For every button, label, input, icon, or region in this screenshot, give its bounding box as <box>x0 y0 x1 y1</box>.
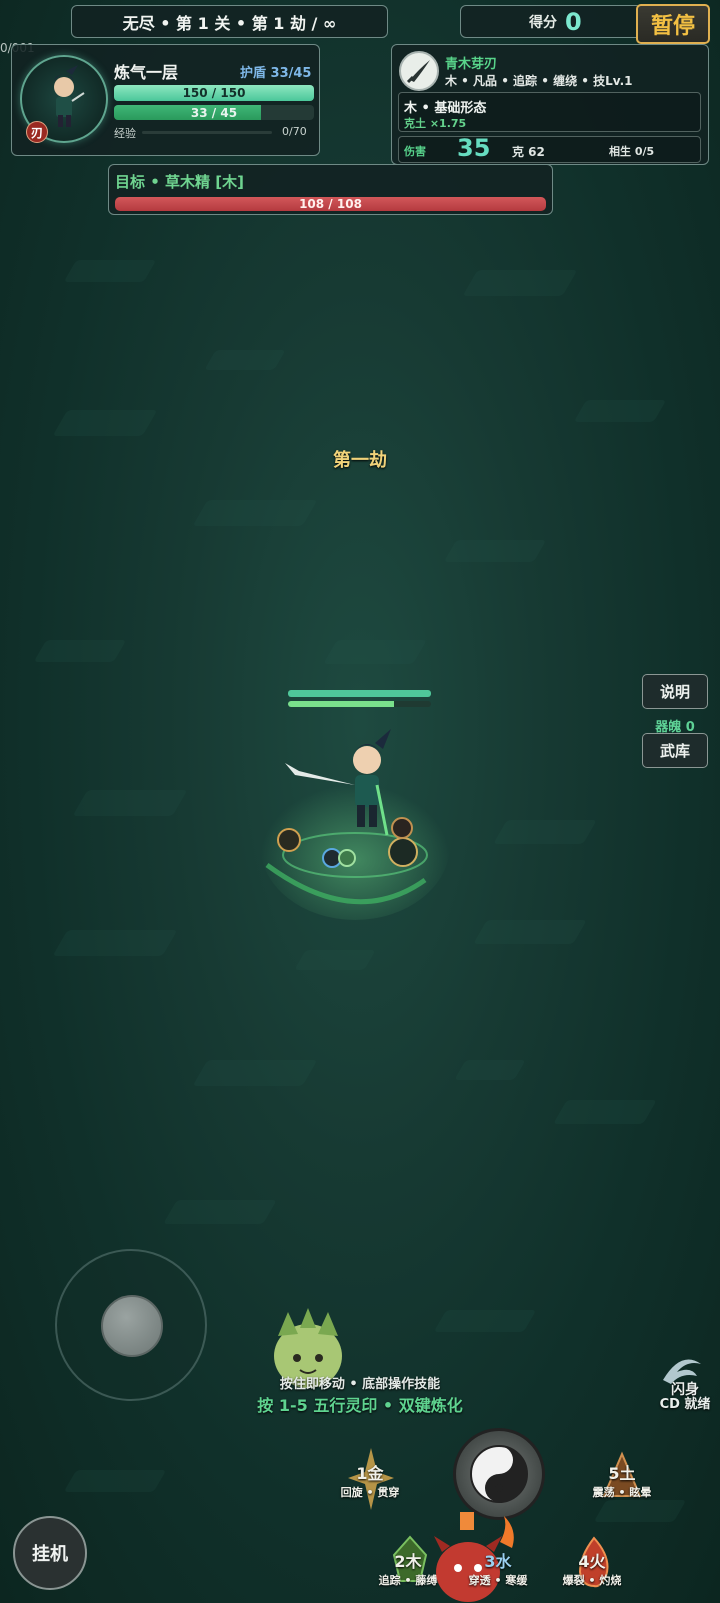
hint-keys-text: 按 1-5 五行灵印 • 双键炼化 <box>257 1396 463 1415</box>
skill-earth-num: 5土 <box>608 1464 636 1483</box>
skill-metal[interactable]: 1金 回旋 • 贯穿 <box>330 1460 410 1500</box>
ground-tile <box>462 270 578 296</box>
score-label: 得分 <box>529 14 557 31</box>
shield-text: 护盾 33/45 <box>240 66 312 81</box>
joystick-knob[interactable] <box>101 1295 163 1357</box>
skill-water[interactable]: 3水 穿透 • 寒缓 <box>458 1548 538 1588</box>
ground-tile <box>573 400 667 422</box>
taiji-icon <box>470 1445 528 1503</box>
stage-indicator: 无尽 • 第 1 关 • 第 1 劫 / ∞ <box>71 5 388 38</box>
auto-play-label: 挂机 <box>32 1544 68 1565</box>
sword-icon <box>399 51 439 91</box>
ground-tile <box>72 790 188 816</box>
stage-text: 无尽 • 第 1 关 • 第 1 劫 / ∞ <box>122 13 337 33</box>
dodge-status: CD 就绪 <box>659 1396 711 1412</box>
ground-tile <box>63 260 157 282</box>
refine-button[interactable] <box>453 1428 545 1520</box>
ground-tile <box>192 1060 318 1086</box>
explain-label: 说明 <box>659 683 690 701</box>
weapon-counter-text: 克土 ×1.75 <box>404 117 467 130</box>
skill-fire-label: 爆裂 • 灼烧 <box>562 1574 622 1587</box>
skill-metal-label: 回旋 • 贯穿 <box>340 1486 400 1499</box>
ground-tile <box>493 820 597 844</box>
hero-character <box>260 729 450 920</box>
ground-tile <box>473 920 587 944</box>
player-status-panel: 刃 炼气一层 护盾 33/45 150 / 150 33 / 45 经验 0/7… <box>11 44 320 156</box>
target-hp-bar: 108 / 108 <box>115 197 546 211</box>
skill-water-label: 穿透 • 寒缓 <box>468 1574 528 1587</box>
player-mp-bar: 33 / 45 <box>114 105 314 120</box>
ground-tile <box>163 1200 277 1224</box>
hero-hp-bar <box>288 690 431 697</box>
player-mp-text: 33 / 45 <box>190 105 238 120</box>
damage-label: 伤害 <box>404 145 426 158</box>
ground-tile <box>63 1470 167 1492</box>
target-label: 目标 • 草木精 [木] <box>115 173 244 191</box>
weapon-form-name: 木 • 基础形态 <box>404 101 487 116</box>
hint-move-text: 按住即移动 • 底部操作技能 <box>279 1377 441 1392</box>
exp-label: 经验 <box>114 127 136 140</box>
player-hp-bar: 150 / 150 <box>114 85 314 101</box>
player-realm: 炼气一层 <box>114 63 179 82</box>
generate-value: 相生 0/5 <box>609 145 655 158</box>
score-display: 得分 0 <box>460 5 642 38</box>
skill-fire[interactable]: 4火 爆裂 • 灼烧 <box>552 1548 632 1588</box>
ground-tile <box>433 1310 537 1332</box>
weapon-form-box: 木 • 基础形态 克土 ×1.75 <box>398 92 701 132</box>
weapon-tags: 木 • 凡品 • 追踪 • 缠绕 • 技Lv.1 <box>445 74 633 88</box>
ground-tile <box>192 500 318 526</box>
weapon-type-badge: 刃 <box>26 121 48 143</box>
ground-tile <box>204 350 286 370</box>
weapon-name: 青木芽刃 <box>445 57 498 72</box>
target-panel: 目标 • 草木精 [木] 108 / 108 <box>108 164 553 215</box>
exp-bar <box>142 131 272 134</box>
skill-earth-label: 震荡 • 眩晕 <box>592 1486 652 1499</box>
ground-tile <box>52 410 158 436</box>
score-value: 0 <box>565 7 582 36</box>
ground-tile <box>52 930 178 956</box>
hero-hp-fill <box>288 690 431 697</box>
ground-tile <box>593 1500 687 1522</box>
target-hp-text: 108 / 108 <box>299 197 362 211</box>
skill-water-num: 3水 <box>484 1552 512 1571</box>
exp-value: 0/70 <box>282 125 307 138</box>
skill-fire-num: 4火 <box>578 1552 606 1571</box>
ground-tile <box>323 640 427 664</box>
wave-banner: 第一劫 <box>333 450 387 471</box>
ground-tile <box>33 640 127 662</box>
weapon-stats-box: 伤害 35 克 62 相生 0/5 <box>398 134 701 163</box>
ground-tile <box>294 950 376 970</box>
hero-mp-bar <box>288 701 431 707</box>
auto-play-button[interactable]: 挂机 <box>13 1516 87 1590</box>
pause-label: 暂停 <box>650 14 695 39</box>
armory-button[interactable]: 武库 <box>642 733 708 768</box>
explain-button[interactable]: 说明 <box>642 674 708 709</box>
ground-tile <box>553 1100 657 1124</box>
damage-value: 35 <box>457 134 491 162</box>
skill-earth[interactable]: 5土 震荡 • 眩晕 <box>582 1460 662 1500</box>
hero-mp-fill <box>288 701 394 707</box>
skill-metal-num: 1金 <box>356 1464 384 1483</box>
pause-button[interactable]: 暂停 <box>636 4 710 44</box>
ground-tile <box>443 540 547 562</box>
weapon-info-panel[interactable]: 青木芽刃 木 • 凡品 • 追踪 • 缠绕 • 技Lv.1 木 • 基础形态 克… <box>391 44 709 165</box>
counter-value: 克 62 <box>512 145 545 159</box>
player-hp-text: 150 / 150 <box>182 86 246 100</box>
dodge-button[interactable]: 闪身 CD 就绪 <box>652 1383 718 1411</box>
armory-label: 武库 <box>659 742 690 760</box>
dodge-label: 闪身 <box>671 1382 699 1398</box>
ground-tile <box>454 1060 526 1080</box>
